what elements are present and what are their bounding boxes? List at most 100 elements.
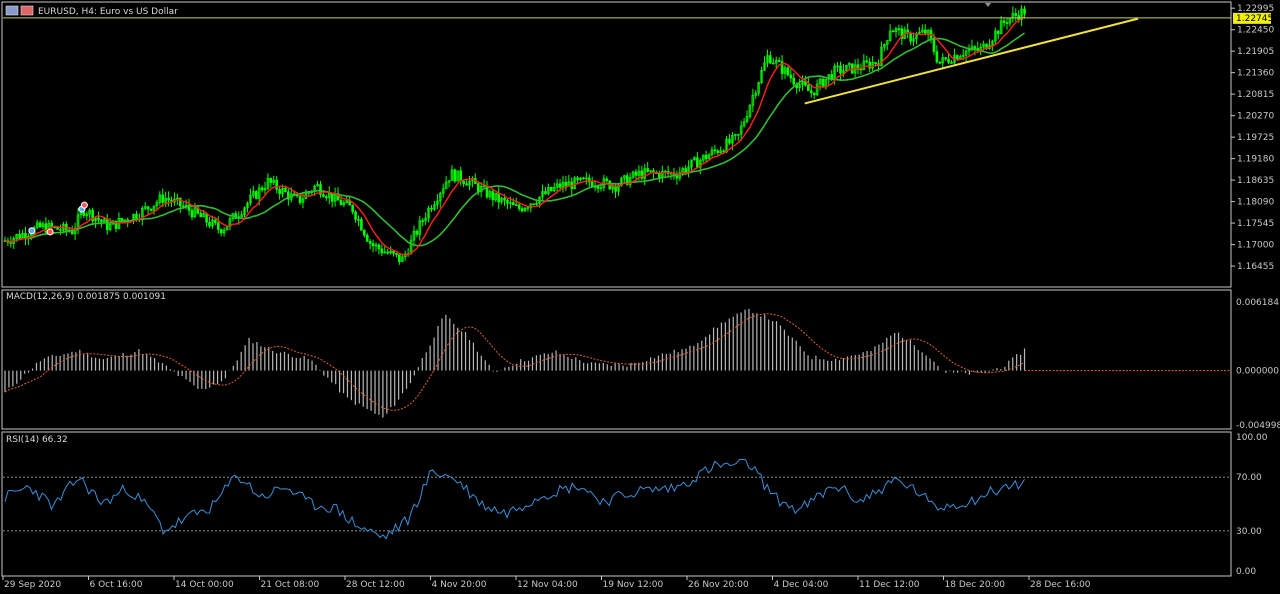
candle-body bbox=[772, 62, 775, 65]
candle-body bbox=[675, 175, 679, 179]
candle-body bbox=[807, 84, 810, 92]
price-tick-label: 1.18635 bbox=[1237, 176, 1274, 186]
candle-body bbox=[167, 197, 170, 201]
candle-body bbox=[716, 150, 720, 154]
candle-body bbox=[82, 211, 86, 216]
time-tick-label: 28 Oct 12:00 bbox=[346, 580, 405, 590]
rsi-line bbox=[4, 458, 1025, 540]
candle-body bbox=[582, 177, 585, 180]
candle-body bbox=[325, 196, 328, 199]
signal-marker-icon bbox=[28, 227, 36, 235]
candle-body bbox=[947, 58, 950, 63]
candle-body bbox=[398, 254, 401, 262]
candle-body bbox=[386, 251, 389, 254]
flag-icon bbox=[20, 5, 34, 16]
candle-body bbox=[351, 204, 354, 213]
candle-body bbox=[462, 180, 465, 184]
time-tick-label: 21 Oct 08:00 bbox=[261, 580, 320, 590]
macd-tick-label: -0.004998 bbox=[1236, 421, 1280, 431]
symbol-header: EURUSD, H4: Euro vs US Dollar bbox=[5, 5, 178, 17]
candle-body bbox=[792, 77, 796, 85]
candle-body bbox=[371, 243, 375, 247]
macd-title: MACD(12,26,9) 0.001875 0.001091 bbox=[6, 292, 166, 302]
time-tick-label: 26 Nov 20:00 bbox=[688, 580, 749, 590]
candle-body bbox=[614, 185, 617, 192]
rsi-tick-label: 70.00 bbox=[1236, 473, 1262, 483]
current-price-label: 1.22745 bbox=[1236, 14, 1273, 24]
candle-body bbox=[105, 218, 109, 231]
candle-body bbox=[284, 188, 287, 193]
rsi-title: RSI(14) 66.32 bbox=[6, 435, 68, 445]
candle-body bbox=[634, 171, 638, 176]
price-tick-label: 1.19180 bbox=[1237, 155, 1274, 165]
candle-body bbox=[44, 223, 48, 233]
candle-body bbox=[605, 178, 609, 182]
candle-body bbox=[24, 233, 27, 239]
candle-body bbox=[704, 154, 708, 160]
price-tick-label: 1.16455 bbox=[1237, 262, 1274, 272]
candle-body bbox=[365, 234, 369, 242]
candle-body bbox=[973, 46, 977, 49]
symbol-title: EURUSD, H4: Euro vs US Dollar bbox=[38, 7, 178, 17]
candle-body bbox=[219, 229, 223, 234]
candle-body bbox=[590, 181, 594, 187]
candle-body bbox=[269, 178, 273, 183]
candle-body bbox=[868, 61, 872, 69]
time-tick-label: 11 Dec 12:00 bbox=[859, 580, 920, 590]
time-tick-label: 29 Sep 2020 bbox=[4, 580, 61, 590]
candle-body bbox=[430, 207, 433, 210]
candle-body bbox=[120, 218, 124, 222]
candle-body bbox=[996, 30, 1000, 35]
candle-body bbox=[459, 170, 463, 182]
candle-body bbox=[512, 202, 515, 205]
time-tick-label: 12 Nov 04:00 bbox=[517, 580, 578, 590]
candle-body bbox=[339, 199, 343, 206]
candle-body bbox=[146, 206, 150, 210]
candle-body bbox=[506, 199, 509, 204]
candle-body bbox=[368, 240, 372, 244]
candle-body bbox=[357, 219, 360, 221]
candle-body bbox=[497, 192, 501, 203]
candle-body bbox=[576, 177, 579, 181]
candle-body bbox=[214, 219, 217, 224]
candle-body bbox=[789, 74, 793, 79]
candle-body bbox=[549, 187, 553, 192]
price-tick-label: 1.19725 bbox=[1237, 133, 1274, 143]
candle-body bbox=[377, 244, 381, 250]
price-tick-label: 1.20815 bbox=[1237, 90, 1274, 100]
candle-body bbox=[205, 213, 208, 223]
candle-body bbox=[208, 221, 211, 227]
candle-body bbox=[298, 195, 302, 203]
candle-body bbox=[544, 191, 547, 195]
candle-body bbox=[932, 39, 936, 52]
time-tick-label: 14 Oct 00:00 bbox=[175, 580, 234, 590]
time-tick-label: 6 Oct 16:00 bbox=[90, 580, 143, 590]
candle-body bbox=[514, 204, 518, 206]
time-tick-label: 4 Dec 04:00 bbox=[774, 580, 829, 590]
candle-body bbox=[149, 208, 153, 211]
candle-body bbox=[421, 220, 425, 222]
candle-body bbox=[199, 212, 203, 218]
candle-body bbox=[532, 203, 536, 206]
candle-body bbox=[769, 55, 772, 64]
candle-body bbox=[59, 229, 62, 231]
candle-body bbox=[874, 62, 877, 64]
macd-tick-label: 0.006184 bbox=[1236, 298, 1279, 308]
macd-tick-label: 0.000000 bbox=[1236, 367, 1279, 377]
candle-body bbox=[938, 61, 942, 64]
time-tick-label: 28 Dec 16:00 bbox=[1030, 580, 1091, 590]
rsi-tick-label: 30.00 bbox=[1236, 527, 1262, 537]
candle-body bbox=[360, 219, 363, 231]
candle-body bbox=[956, 55, 959, 60]
macd-series-layer bbox=[4, 308, 1231, 418]
candle-body bbox=[517, 204, 521, 210]
rsi-panel-frame bbox=[1, 431, 1232, 577]
trading-chart[interactable]: 1.22995 1.22450 1.21905 1.21360 1.20815 1.202… bbox=[0, 0, 1280, 594]
candle-body bbox=[465, 183, 468, 186]
chart-shift-marker-icon[interactable] bbox=[985, 3, 991, 7]
candle-body bbox=[713, 149, 717, 152]
candle-body bbox=[812, 92, 816, 96]
ma-fast-line bbox=[4, 16, 1025, 256]
candle-body bbox=[216, 222, 220, 230]
candle-body bbox=[696, 157, 699, 168]
